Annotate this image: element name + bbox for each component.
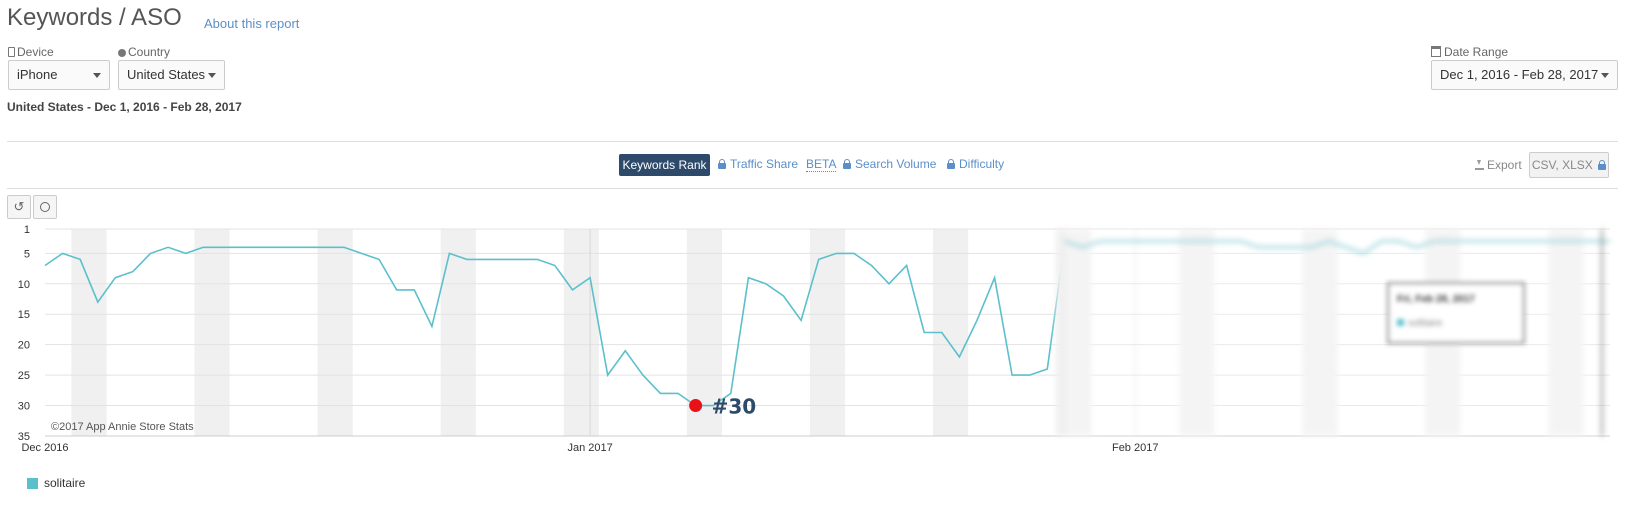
download-icon xyxy=(1475,160,1484,170)
y-tick-label: 1 xyxy=(24,224,30,236)
country-select-value: United States xyxy=(127,67,206,82)
lock-icon xyxy=(718,159,726,169)
tab-traffic-share[interactable]: Traffic Share xyxy=(718,157,798,171)
reset-zoom-button[interactable]: ↺ xyxy=(7,195,31,219)
page-title: Keywords / ASO xyxy=(7,4,182,31)
zoom-button[interactable] xyxy=(33,195,57,219)
export-format-label: CSV, XLSX xyxy=(1531,158,1593,172)
device-select-value: iPhone xyxy=(17,67,58,82)
country-label: Country xyxy=(118,45,170,59)
beta-label: BETA xyxy=(806,157,837,171)
weekend-band xyxy=(317,229,353,436)
weekend-band xyxy=(71,229,107,436)
chevron-down-icon xyxy=(208,73,216,78)
export-format-button[interactable]: CSV, XLSX xyxy=(1529,152,1609,178)
undo-icon: ↺ xyxy=(13,199,25,214)
chevron-down-icon xyxy=(93,73,101,78)
report-subtitle: United States - Dec 1, 2016 - Feb 28, 20… xyxy=(7,100,242,114)
device-icon xyxy=(8,47,15,57)
tab-keywords-rank[interactable]: Keywords Rank xyxy=(619,154,710,176)
y-tick-label: 20 xyxy=(18,340,30,352)
export-label: Export xyxy=(1475,158,1522,172)
chart-tooltip: Fri, Feb 28, 2017 solitaire xyxy=(1387,282,1525,344)
lock-icon xyxy=(1598,160,1607,170)
weekend-band xyxy=(563,229,599,436)
divider xyxy=(7,141,1618,142)
y-tick-label: 10 xyxy=(18,279,30,291)
legend-swatch[interactable] xyxy=(27,478,38,489)
x-tick-label: Dec 2016 xyxy=(21,442,68,454)
legend-label[interactable]: solitaire xyxy=(44,476,85,490)
lock-icon xyxy=(947,159,955,169)
y-tick-label: 25 xyxy=(18,370,30,382)
beta-badge[interactable]: BETA xyxy=(806,157,837,172)
divider xyxy=(7,188,1618,189)
y-tick-label: 15 xyxy=(18,309,30,321)
highlight-marker xyxy=(689,399,703,413)
highlight-label: #30 xyxy=(712,395,757,419)
globe-icon xyxy=(118,49,126,57)
weekend-band xyxy=(809,229,846,436)
x-tick-label: Feb 2017 xyxy=(1112,442,1158,454)
tab-traffic-share-label: Traffic Share xyxy=(730,157,799,171)
zoom-in-icon xyxy=(40,202,50,212)
chevron-down-icon xyxy=(1601,73,1609,78)
weekend-band xyxy=(194,229,230,436)
tooltip-series: solitaire xyxy=(1397,318,1442,329)
x-tick-label: Jan 2017 xyxy=(567,442,612,454)
about-report-link[interactable]: About this report xyxy=(204,16,299,31)
date-range-select[interactable]: Dec 1, 2016 - Feb 28, 2017 xyxy=(1431,60,1618,90)
country-select[interactable]: United States xyxy=(118,60,225,90)
blur-overlay xyxy=(1066,229,1610,436)
date-range-select-value: Dec 1, 2016 - Feb 28, 2017 xyxy=(1440,67,1599,82)
tooltip-date: Fri, Feb 28, 2017 xyxy=(1397,294,1475,305)
y-tick-label: 5 xyxy=(24,248,30,260)
tab-search-volume-label: Search Volume xyxy=(855,157,937,171)
y-axis: 15101520253035 xyxy=(18,224,30,443)
keywords-rank-chart: 15101520253035 Dec 2016 Jan 2017 Feb 2017 … xyxy=(18,224,1610,454)
device-select[interactable]: iPhone xyxy=(8,60,110,90)
y-tick-label: 30 xyxy=(18,401,30,413)
tab-difficulty[interactable]: Difficulty xyxy=(947,157,1004,171)
device-label: Device xyxy=(8,45,54,59)
copyright-credit: ©2017 App Annie Store Stats xyxy=(51,421,194,433)
blurred-region xyxy=(1056,229,1610,436)
tab-search-volume[interactable]: Search Volume xyxy=(843,157,936,171)
lock-icon xyxy=(843,159,851,169)
tab-difficulty-label: Difficulty xyxy=(959,157,1005,171)
date-range-label: Date Range xyxy=(1431,45,1508,59)
x-axis: Dec 2016 Jan 2017 Feb 2017 xyxy=(21,442,1158,454)
calendar-icon xyxy=(1431,46,1441,57)
